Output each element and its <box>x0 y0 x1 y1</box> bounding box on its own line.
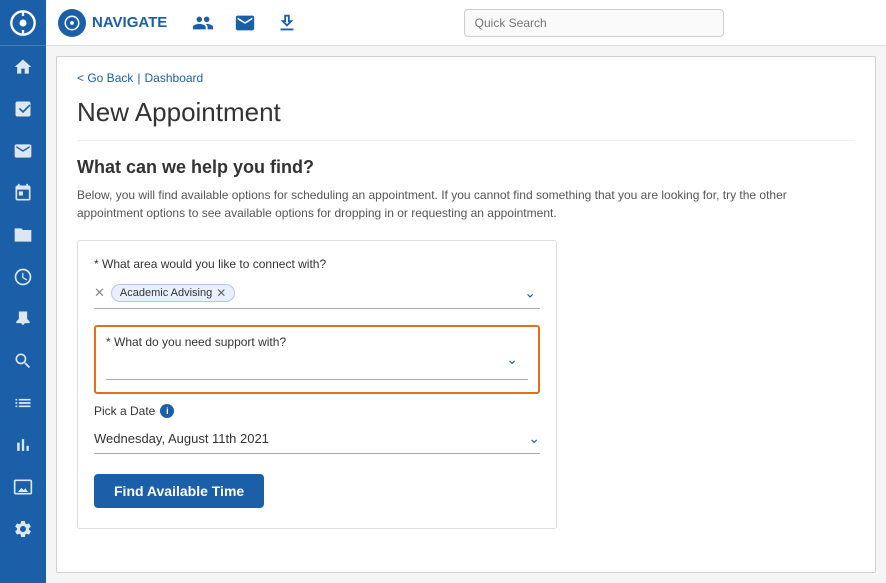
mail-icon <box>13 141 33 161</box>
navigate-logo-icon <box>9 9 37 37</box>
topbar: NAVIGATE <box>46 0 886 46</box>
sidebar-item-analytics[interactable] <box>0 88 46 130</box>
analytics-icon <box>13 99 33 119</box>
chart-icon <box>13 435 33 455</box>
date-select[interactable]: Wednesday, August 11th 2021 ⌄ <box>94 424 540 454</box>
sidebar-item-clock[interactable] <box>0 256 46 298</box>
list-icon <box>13 393 33 413</box>
breadcrumb-separator: | <box>137 71 140 85</box>
form-box: * What area would you like to connect wi… <box>77 240 557 529</box>
date-label-text: Pick a Date <box>94 404 155 418</box>
date-label: Pick a Date i <box>94 404 540 418</box>
go-back-link[interactable]: < Go Back <box>77 71 133 85</box>
sidebar-item-image[interactable] <box>0 466 46 508</box>
area-tag-close[interactable]: ✕ <box>216 287 226 299</box>
sidebar-item-calendar[interactable] <box>0 172 46 214</box>
content: < Go Back | Dashboard New Appointment Wh… <box>46 46 886 583</box>
folder-icon <box>13 225 33 245</box>
sidebar-item-chart[interactable] <box>0 424 46 466</box>
envelope-nav-icon[interactable] <box>229 7 261 39</box>
sidebar-item-folder[interactable] <box>0 214 46 256</box>
people-nav-icon[interactable] <box>187 7 219 39</box>
people-icon <box>192 12 214 34</box>
page-title: New Appointment <box>77 97 855 141</box>
area-label-text: * What area would you like to connect wi… <box>94 257 326 271</box>
sidebar-item-settings[interactable] <box>0 508 46 550</box>
sidebar-item-home[interactable] <box>0 46 46 88</box>
breadcrumb: < Go Back | Dashboard <box>77 71 855 85</box>
image-icon <box>13 477 33 497</box>
search-input[interactable] <box>464 9 724 37</box>
calendar-icon <box>13 183 33 203</box>
sidebar-item-search[interactable] <box>0 340 46 382</box>
sidebar-item-list[interactable] <box>0 382 46 424</box>
find-available-time-button[interactable]: Find Available Time <box>94 474 264 508</box>
brand-name: NAVIGATE <box>92 14 167 31</box>
area-tag-input[interactable]: ✕ Academic Advising ✕ ⌄ <box>94 277 540 309</box>
sidebar-item-pin[interactable] <box>0 298 46 340</box>
sidebar-logo[interactable] <box>0 0 46 46</box>
clock-icon <box>13 267 33 287</box>
export-icon <box>276 12 298 34</box>
area-group: * What area would you like to connect wi… <box>94 257 540 309</box>
support-label: * What do you need support with? <box>106 335 528 349</box>
sidebar-item-mail[interactable] <box>0 130 46 172</box>
section-desc: Below, you will find available options f… <box>77 186 855 222</box>
search-area <box>313 9 874 37</box>
dashboard-link[interactable]: Dashboard <box>145 71 204 85</box>
tag-remove-button[interactable]: ✕ <box>94 285 105 301</box>
brand: NAVIGATE <box>58 9 167 37</box>
info-icon[interactable]: i <box>160 404 174 418</box>
date-value: Wednesday, August 11th 2021 <box>94 431 269 446</box>
sidebar <box>0 0 46 583</box>
area-tag-text: Academic Advising <box>120 287 212 299</box>
compass-icon <box>63 14 81 32</box>
pin-icon <box>13 309 33 329</box>
home-icon <box>13 57 33 77</box>
export-nav-icon[interactable] <box>271 7 303 39</box>
envelope-icon <box>234 12 256 34</box>
main-area: NAVIGATE < Go Back | Dashboard New Appoi… <box>46 0 886 583</box>
support-select[interactable] <box>106 357 528 380</box>
gear-icon <box>13 519 33 539</box>
search-icon <box>13 351 33 371</box>
area-dropdown-arrow: ⌄ <box>524 284 536 301</box>
date-group: Pick a Date i Wednesday, August 11th 202… <box>94 404 540 454</box>
content-inner: < Go Back | Dashboard New Appointment Wh… <box>56 56 876 573</box>
area-input-wrapper: ✕ Academic Advising ✕ ⌄ <box>94 277 540 309</box>
section-title: What can we help you find? <box>77 157 855 178</box>
support-group: * What do you need support with? ⌄ <box>94 325 540 394</box>
area-tag: Academic Advising ✕ <box>111 284 235 302</box>
date-dropdown-arrow: ⌄ <box>528 430 540 447</box>
brand-icon <box>58 9 86 37</box>
area-label: * What area would you like to connect wi… <box>94 257 540 271</box>
